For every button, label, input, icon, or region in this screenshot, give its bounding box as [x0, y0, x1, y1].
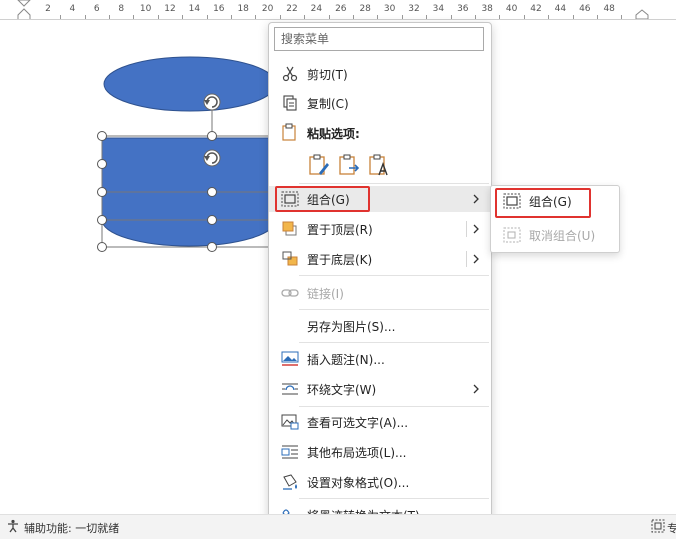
menu-search-input[interactable]	[275, 28, 483, 50]
submenu-item-ungroup: 取消组合(U)	[491, 222, 619, 248]
ruler-label: 6	[93, 4, 100, 14]
menu-item-label: 设置对象格式(O)...	[307, 476, 410, 490]
format-object-icon	[283, 474, 297, 490]
menu-item-format-object[interactable]: 设置对象格式(O)...	[269, 469, 491, 495]
chevron-right-icon	[473, 384, 479, 394]
menu-item-insert-caption[interactable]: 插入题注(N)...	[269, 346, 491, 372]
chevron-right-icon[interactable]	[471, 222, 481, 236]
alt-text-icon	[281, 414, 299, 430]
menu-item-cut[interactable]: 剪切(T)	[269, 61, 491, 87]
menu-item-label: 复制(C)	[307, 97, 349, 111]
insert-caption-icon	[281, 351, 299, 366]
ruler-label: 14	[188, 4, 201, 14]
menu-item-label: 置于顶层(R)	[307, 223, 373, 237]
ruler-label: 4	[69, 4, 76, 14]
menu-item-label: 查看可选文字(A)...	[307, 416, 409, 430]
accessibility-icon[interactable]	[6, 519, 20, 533]
focus-mode-icon[interactable]	[651, 519, 665, 533]
layout-options-icon	[281, 445, 298, 459]
menu-item-label: 另存为图片(S)...	[307, 320, 396, 334]
ruler-label: 42	[530, 4, 542, 14]
menu-item-send-to-back[interactable]: 置于底层(K)	[269, 246, 491, 272]
ruler-label: 48	[603, 4, 615, 14]
menu-item-label: 环绕文字(W)	[307, 383, 377, 397]
horizontal-ruler[interactable]: 2 4 6 8 10 12 14 16 18 20 22 24 26 28 30 32 34 36 38 40 42 44…	[0, 0, 676, 20]
menu-separator	[299, 183, 489, 184]
menu-item-alt-text[interactable]: 查看可选文字(A)...	[269, 409, 491, 435]
highlight-box	[495, 188, 591, 218]
paste-text-only-icon[interactable]	[367, 153, 391, 177]
rotate-handle-icon[interactable]	[203, 93, 221, 111]
menu-item-save-as-picture[interactable]: 另存为图片(S)...	[269, 313, 491, 339]
ruler-label: 12	[164, 4, 176, 14]
ruler-label: 8	[118, 4, 125, 14]
menu-separator	[299, 275, 489, 276]
ruler-label: 26	[335, 4, 347, 14]
split-divider	[466, 221, 467, 237]
ruler-label: 44	[554, 4, 567, 14]
paste-merge-format-icon[interactable]	[337, 153, 361, 177]
menu-search-box[interactable]	[274, 27, 484, 51]
menu-item-bring-to-front[interactable]: 置于顶层(R)	[269, 216, 491, 242]
ruler-label: 24	[310, 4, 323, 14]
menu-item-more-layout[interactable]: 其他布局选项(L)...	[269, 439, 491, 465]
submenu-item-label: 取消组合(U)	[529, 229, 596, 243]
ruler-label: 38	[481, 4, 493, 14]
menu-item-link: 链接(I)	[269, 280, 491, 306]
ruler-label: 20	[261, 4, 274, 14]
paste-options-title: 粘贴选项:	[307, 127, 360, 141]
accessibility-status[interactable]: 辅助功能: 一切就绪	[24, 520, 119, 536]
ruler-label: 22	[286, 4, 298, 14]
ellipse-shape[interactable]	[103, 56, 277, 112]
menu-item-wrap-text[interactable]: 环绕文字(W)	[269, 376, 491, 402]
ruler-label: 30	[383, 4, 396, 14]
ruler-label: 34	[432, 4, 445, 14]
menu-separator	[299, 406, 489, 407]
menu-item-label: 插入题注(N)...	[307, 353, 385, 367]
chevron-right-icon[interactable]	[471, 252, 481, 266]
menu-separator	[299, 498, 489, 499]
ruler-label: 16	[213, 4, 225, 14]
menu-item-label: 其他布局选项(L)...	[307, 446, 407, 460]
ruler-label: 18	[237, 4, 249, 14]
send-to-back-icon	[282, 251, 298, 266]
chevron-right-icon	[473, 194, 479, 204]
status-right-label[interactable]: 专	[667, 520, 676, 536]
ungroup-objects-icon	[503, 227, 521, 243]
menu-item-label: 链接(I)	[307, 287, 344, 301]
clipboard-icon	[282, 123, 296, 141]
ruler-label: 32	[408, 4, 420, 14]
wrap-text-icon	[282, 383, 298, 395]
ruler-label: 2	[45, 4, 51, 14]
rotate-handle-icon[interactable]	[203, 149, 221, 167]
link-icon	[281, 289, 299, 297]
group-submenu: 组合(G) 取消组合(U)	[490, 185, 620, 253]
ruler-label: 28	[359, 4, 371, 14]
highlight-box	[275, 186, 370, 212]
menu-separator	[299, 342, 489, 343]
menu-item-label: 剪切(T)	[307, 68, 348, 82]
ruler-label: 10	[139, 4, 152, 14]
ruler-label: 46	[579, 4, 591, 14]
first-line-indent-marker[interactable]	[17, 0, 31, 20]
menu-item-label: 置于底层(K)	[307, 253, 373, 267]
ruler-label: 36	[457, 4, 469, 14]
bring-to-front-icon	[282, 221, 297, 236]
menu-separator	[299, 309, 489, 310]
scissors-icon	[282, 66, 298, 82]
split-divider	[466, 251, 467, 267]
ruler-label: 40	[505, 4, 518, 14]
paste-keep-source-format-icon[interactable]	[307, 153, 331, 177]
menu-item-copy[interactable]: 复制(C)	[269, 90, 491, 116]
status-bar: 辅助功能: 一切就绪 专	[0, 514, 676, 539]
copy-icon	[283, 95, 297, 111]
context-menu: 剪切(T) 复制(C) 粘贴选项: 组合(G)	[268, 22, 492, 532]
